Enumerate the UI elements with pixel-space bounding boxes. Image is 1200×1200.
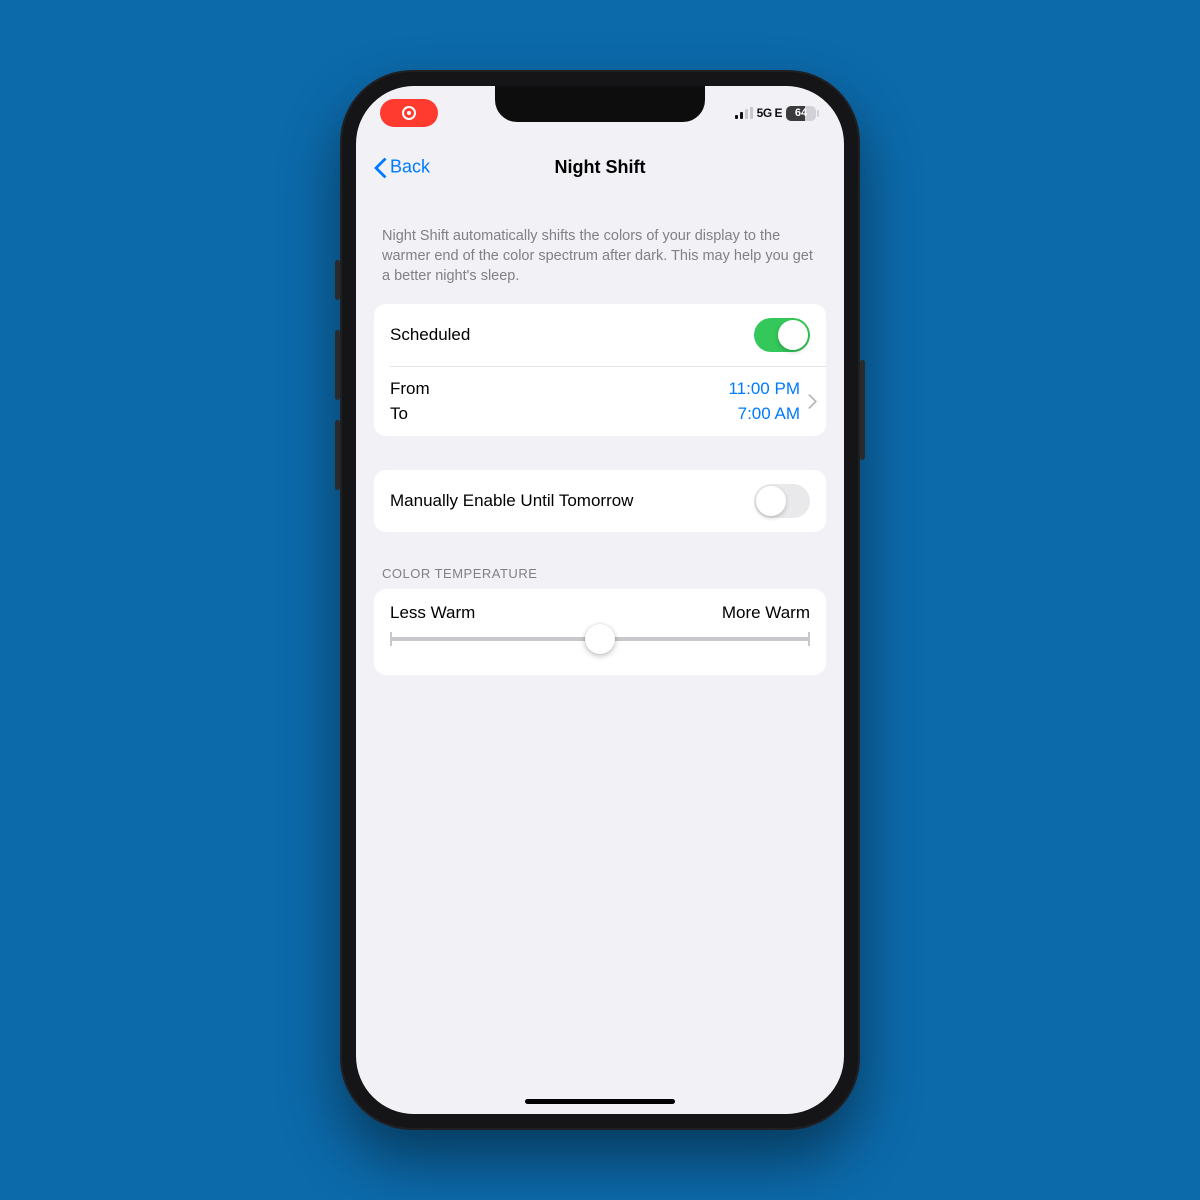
- scheduled-toggle[interactable]: [754, 318, 810, 352]
- side-button-volume-down: [335, 420, 340, 490]
- back-label: Back: [390, 157, 430, 178]
- battery-icon: 64: [786, 106, 816, 121]
- scheduled-group: Scheduled From To 11:00 PM 7:00 AM: [374, 304, 826, 436]
- from-label: From: [390, 377, 728, 402]
- to-label: To: [390, 402, 728, 427]
- more-warm-label: More Warm: [722, 603, 810, 623]
- home-indicator[interactable]: [525, 1099, 675, 1104]
- screen-recording-pill[interactable]: [380, 99, 438, 127]
- description-text: Night Shift automatically shifts the col…: [374, 194, 826, 304]
- schedule-time-row[interactable]: From To 11:00 PM 7:00 AM: [374, 367, 826, 436]
- color-temperature-header: COLOR TEMPERATURE: [374, 566, 826, 589]
- color-temperature-group: Less Warm More Warm: [374, 589, 826, 675]
- from-time: 11:00 PM: [728, 377, 800, 402]
- color-temperature-slider[interactable]: [390, 637, 810, 641]
- scheduled-label: Scheduled: [390, 325, 470, 345]
- side-button-volume-up: [335, 330, 340, 400]
- cellular-signal-icon: [735, 107, 753, 119]
- screen: 5G E 64 Back Night Shift Night Shift aut…: [356, 86, 844, 1114]
- battery-percent: 64: [795, 107, 807, 119]
- to-time: 7:00 AM: [728, 402, 800, 427]
- record-icon: [402, 106, 416, 120]
- manual-enable-row: Manually Enable Until Tomorrow: [374, 470, 826, 532]
- page-title: Night Shift: [555, 157, 646, 178]
- manual-enable-toggle[interactable]: [754, 484, 810, 518]
- chevron-right-icon: [806, 394, 816, 410]
- back-button[interactable]: Back: [374, 157, 430, 178]
- slider-thumb[interactable]: [585, 624, 615, 654]
- manual-enable-label: Manually Enable Until Tomorrow: [390, 491, 633, 511]
- chevron-left-icon: [374, 157, 386, 177]
- navigation-bar: Back Night Shift: [356, 140, 844, 194]
- network-label: 5G E: [757, 106, 782, 120]
- phone-frame: 5G E 64 Back Night Shift Night Shift aut…: [340, 70, 860, 1130]
- less-warm-label: Less Warm: [390, 603, 475, 623]
- manual-group: Manually Enable Until Tomorrow: [374, 470, 826, 532]
- side-button-silent: [335, 260, 340, 300]
- notch: [495, 86, 705, 122]
- scheduled-row: Scheduled: [374, 304, 826, 366]
- side-button-power: [860, 360, 865, 460]
